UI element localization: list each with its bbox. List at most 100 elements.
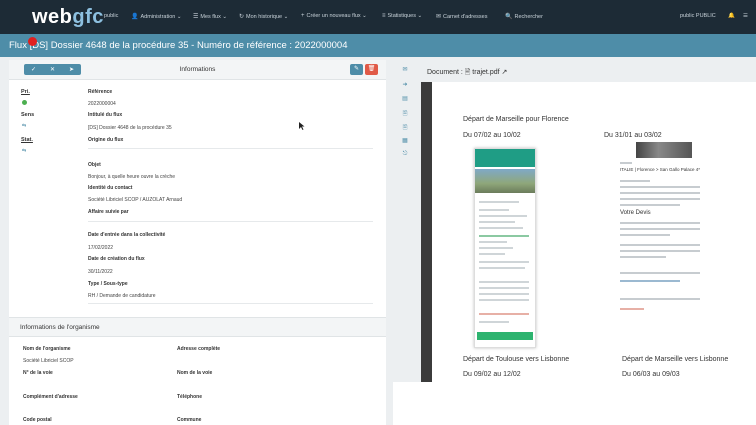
origine-label: Origine du flux (88, 137, 124, 143)
content-footer-area (393, 382, 756, 425)
flux-titlebar: Flux [DS] Dossier 4648 de la procédure 3… (0, 34, 756, 57)
chart-icon: ≡ (382, 13, 386, 19)
reference-label: Référence (88, 89, 113, 95)
inbox-icon[interactable]: ▤ (398, 95, 412, 102)
nav-creer-flux[interactable]: + Créer un nouveau flux ⌄ (301, 13, 367, 19)
date-creation-value: 30/11/2022 (88, 269, 113, 275)
nav-historique[interactable]: ↻ Mon historique ⌄ (239, 13, 288, 20)
org-nom-value: Société Libriciel SCOP (23, 358, 74, 364)
quote-document: ITALIE | Florence > San Gallo Palace 4* … (618, 142, 710, 317)
user-icon: 👤 (131, 14, 139, 20)
quote-line (620, 234, 670, 236)
search-icon: 🔍 (505, 14, 513, 20)
quote-line (620, 298, 700, 300)
quote-title: ITALIE | Florence > San Gallo Palace 4* (620, 167, 701, 172)
top-navbar: webgfc public 👤 Administration ⌄ ☰ Mes flu… (0, 0, 756, 34)
phone-line (479, 221, 515, 223)
date-entree-label: Date d'entrée dans la collectivité (88, 232, 166, 238)
doc-text-date2: Du 31/01 au 03/02 (604, 132, 662, 139)
quote-line (620, 162, 632, 164)
plus-icon: + (301, 13, 305, 19)
nav-administration[interactable]: 👤 Administration ⌄ (131, 13, 181, 20)
organisme-header: Informations de l'organisme (9, 317, 386, 337)
page-title: Flux [DS] Dossier 4648 de la procédure 3… (9, 40, 348, 51)
stat-icon: ⇆ (22, 148, 27, 154)
phone-line (479, 201, 519, 203)
mail-icon[interactable]: ✉ (398, 66, 412, 73)
quote-photo (636, 142, 692, 158)
phone-line (479, 293, 529, 295)
nav-rechercher-label: Rechercher (514, 14, 543, 20)
user-menu[interactable]: public PUBLIC (680, 13, 716, 19)
phone-line (479, 235, 529, 237)
list-icon: ☰ (193, 14, 199, 20)
menu-icon[interactable]: ☰ (743, 13, 748, 19)
document-label[interactable]: Document : 🖹 trajet.pdf ↗ (427, 68, 507, 79)
delete-button[interactable]: 🗑 (365, 64, 378, 75)
org-voie-nom-label: Nom de la voie (177, 370, 213, 376)
doc-text-date3: Du 09/02 au 12/02 (463, 371, 521, 378)
nav-historique-label: Mon historique ⌄ (246, 14, 289, 20)
phone-line (479, 287, 529, 289)
card-header: ✓ ✕ ➤ Informations ✎ 🗑 (9, 60, 386, 80)
file-icon[interactable]: 🗎 (398, 109, 412, 119)
intitule-label: Intitulé du flux (88, 112, 123, 118)
date-creation-label: Date de création du flux (88, 256, 145, 262)
phone-line (479, 321, 509, 323)
quote-line (620, 280, 680, 282)
affaire-label: Affaire suivie par (88, 209, 129, 215)
doc-text-marseille-florence: Départ de Marseille pour Florence (463, 116, 569, 123)
nav-administration-label: Administration ⌄ (140, 14, 182, 20)
quote-line (620, 198, 700, 200)
record-indicator (28, 37, 37, 46)
doc-text-date1: Du 07/02 au 10/02 (463, 132, 521, 139)
type-line (88, 303, 373, 304)
phone-line (479, 267, 525, 269)
bell-icon[interactable]: 🔔 (728, 13, 735, 19)
contact-label: Identité du contact (88, 185, 133, 191)
nav-carnet-adresses[interactable]: ✉ Carnet d'adresses (436, 13, 488, 20)
nav-public[interactable]: public (104, 13, 118, 19)
phone-line (479, 241, 507, 243)
quote-line (620, 192, 700, 194)
phone-screenshot (474, 148, 536, 348)
contact-value: Société Libriciel SCOP / AUZOLAT Arnaud (88, 197, 183, 203)
sens-label: Sens (21, 112, 35, 118)
logo-accent: gfc (72, 6, 104, 28)
reference-value: 2022000004 (88, 101, 116, 107)
org-adresse-label: Adresse complète (177, 346, 221, 352)
org-commune-label: Commune (177, 417, 202, 423)
org-voie-num-label: N° de la voie (23, 370, 53, 376)
nav-statistiques-label: Statistiques ⌄ (387, 13, 423, 19)
type-value: RH / Demande de candidature (88, 293, 156, 299)
nav-mes-flux-label: Mes flux ⌄ (200, 14, 228, 20)
doc-text-marseille-lisbonne: Départ de Marseille vers Lisbonne (622, 356, 729, 363)
date-entree-value: 17/02/2022 (88, 245, 114, 251)
affaire-line (88, 221, 373, 222)
arrow-right-icon[interactable]: ➜ (398, 81, 412, 88)
sens-icon: ⇆ (22, 123, 27, 129)
nav-mes-flux[interactable]: ☰ Mes flux ⌄ (193, 13, 227, 20)
nav-statistiques[interactable]: ≡ Statistiques ⌄ (382, 13, 422, 19)
history-icon: ↻ (239, 14, 245, 20)
address-book-icon: ✉ (436, 14, 442, 20)
quote-line (620, 228, 700, 230)
sitemap-icon[interactable]: ⎋ (398, 151, 412, 158)
app-logo[interactable]: webgfc (32, 6, 104, 29)
file-text-icon[interactable]: 🗎 (398, 123, 412, 133)
org-telephone-label: Téléphone (177, 394, 203, 400)
nav-rechercher[interactable]: 🔍 Rechercher (505, 13, 543, 20)
quote-line (620, 222, 700, 224)
priority-indicator (22, 100, 27, 105)
edit-button[interactable]: ✎ (350, 64, 363, 75)
intitule-value: [DS] Dossier 4648 de la procédure 35 (88, 125, 172, 131)
objet-label: Objet (88, 162, 101, 168)
grid-icon[interactable]: ▦ (398, 137, 412, 144)
phone-line (479, 247, 513, 249)
logo-main: web (32, 6, 73, 28)
quote-line (620, 180, 650, 182)
quote-line (620, 244, 700, 246)
quote-heading: Votre Devis (620, 210, 651, 216)
phone-image (475, 169, 535, 193)
quote-line (620, 204, 680, 206)
